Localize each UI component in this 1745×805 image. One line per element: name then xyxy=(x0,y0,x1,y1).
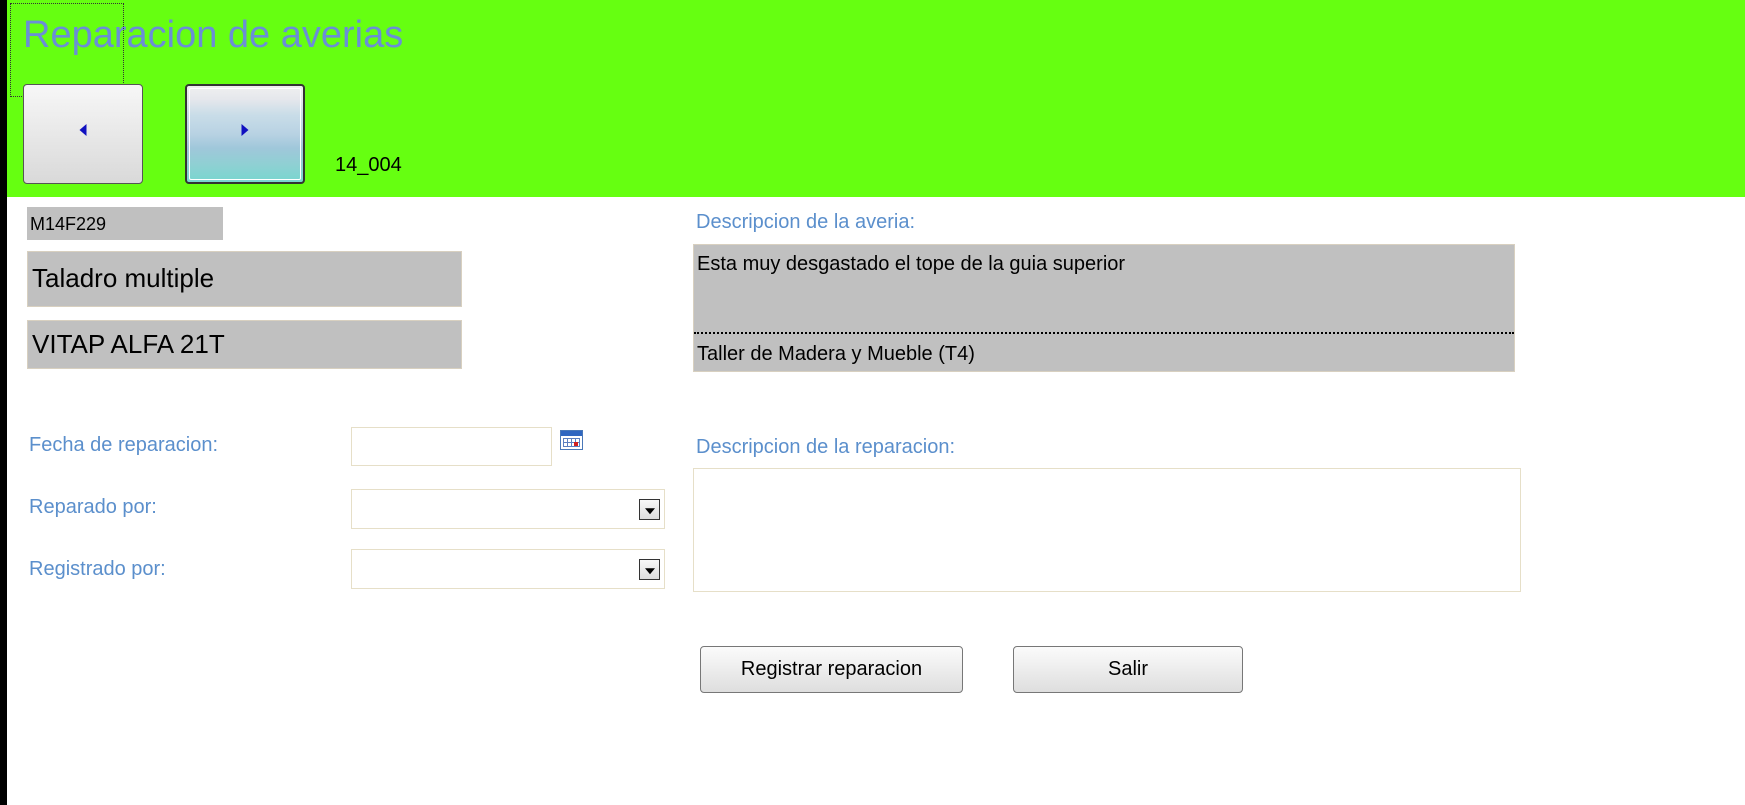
fault-description-label: Descripcion de la averia: xyxy=(696,211,915,233)
calendar-icon[interactable] xyxy=(560,430,583,450)
next-record-button[interactable] xyxy=(185,84,305,184)
fault-separator xyxy=(694,332,1514,334)
register-repair-button[interactable]: Registrar reparacion xyxy=(700,646,963,693)
fault-description-field: Esta muy desgastado el tope de la guia s… xyxy=(693,244,1515,372)
exit-button[interactable]: Salir xyxy=(1013,646,1243,693)
machine-model-field: VITAP ALFA 21T xyxy=(27,320,462,369)
window-left-border xyxy=(0,0,7,805)
repair-date-label: Fecha de reparacion: xyxy=(29,434,219,456)
repair-description-field[interactable] xyxy=(693,468,1521,592)
registered-by-combo[interactable] xyxy=(351,549,665,589)
machine-name-field: Taladro multiple xyxy=(27,251,462,307)
machine-code-field: M14F229 xyxy=(27,207,223,240)
workshop-text: Taller de Madera y Mueble (T4) xyxy=(697,343,975,365)
repaired-by-combo[interactable] xyxy=(351,489,665,529)
repair-description-label: Descripcion de la reparacion: xyxy=(696,436,956,458)
registered-by-label: Registrado por: xyxy=(29,558,166,580)
fault-description-text: Esta muy desgastado el tope de la guia s… xyxy=(697,253,1126,275)
repaired-by-label: Reparado por: xyxy=(29,496,157,518)
previous-record-button[interactable] xyxy=(23,84,143,184)
repair-date-field[interactable] xyxy=(351,427,552,466)
record-id: 14_004 xyxy=(335,154,402,176)
chevron-down-icon[interactable] xyxy=(639,499,660,520)
focus-rectangle xyxy=(10,3,124,97)
arrow-right-icon xyxy=(241,124,249,137)
chevron-down-icon[interactable] xyxy=(639,559,660,580)
arrow-left-icon xyxy=(79,124,87,137)
